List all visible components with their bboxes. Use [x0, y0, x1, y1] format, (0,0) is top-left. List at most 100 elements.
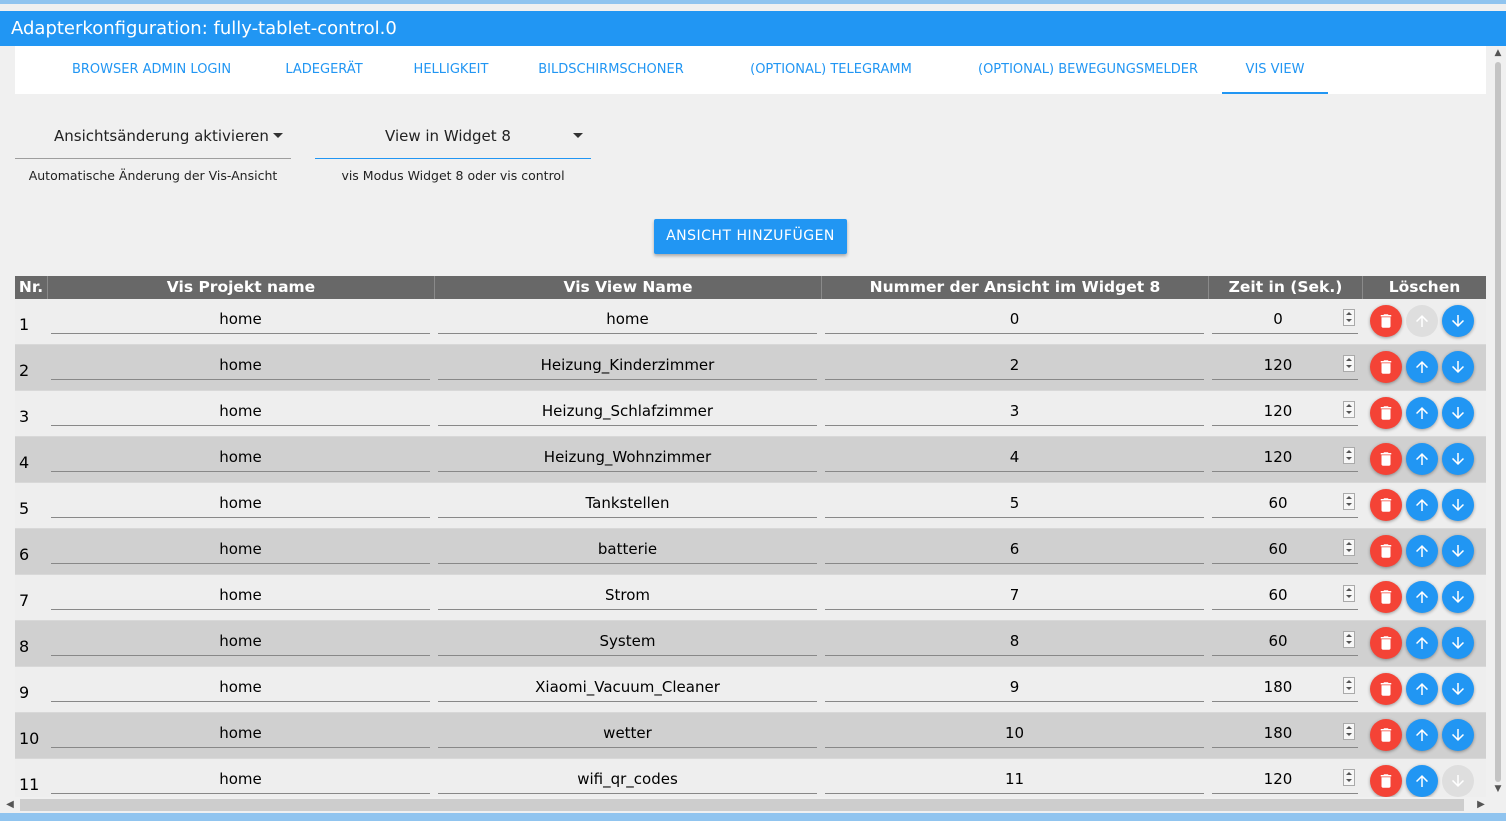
view-name-field[interactable]: home [438, 308, 817, 334]
view-name-field[interactable]: Xiaomi_Vacuum_Cleaner [438, 676, 817, 702]
move-up-button[interactable] [1406, 489, 1438, 521]
chevron-down-icon[interactable]: ▼ [1492, 784, 1504, 794]
time-stepper[interactable] [1343, 493, 1355, 510]
add-view-button[interactable]: ANSICHT HINZUFÜGEN [654, 219, 847, 254]
view-name-field[interactable]: wetter [438, 722, 817, 748]
delete-button[interactable] [1370, 397, 1402, 429]
view-number-field[interactable]: 2 [825, 354, 1204, 380]
move-down-button[interactable] [1442, 673, 1474, 705]
view-number-field[interactable]: 6 [825, 538, 1204, 564]
move-down-button[interactable] [1442, 581, 1474, 613]
time-field[interactable]: 120 [1212, 446, 1358, 472]
delete-button[interactable] [1370, 581, 1402, 613]
view-name-field[interactable]: batterie [438, 538, 817, 564]
time-stepper[interactable] [1343, 401, 1355, 418]
tab-ladegeraet[interactable]: LADEGERÄT [264, 46, 384, 94]
move-up-button[interactable] [1406, 443, 1438, 475]
view-name-field[interactable]: Tankstellen [438, 492, 817, 518]
delete-button[interactable] [1370, 443, 1402, 475]
view-name-field[interactable]: Strom [438, 584, 817, 610]
view-name-field[interactable]: System [438, 630, 817, 656]
tab-bildschirmschoner[interactable]: BILDSCHIRMSCHONER [521, 46, 701, 94]
project-name-field[interactable]: home [51, 538, 430, 564]
view-mode-select[interactable]: View in Widget 8 [315, 113, 591, 159]
project-name-field[interactable]: home [51, 768, 430, 794]
view-number-field[interactable]: 4 [825, 446, 1204, 472]
move-up-button[interactable] [1406, 397, 1438, 429]
view-number-field[interactable]: 0 [825, 308, 1204, 334]
view-name-field[interactable]: Heizung_Schlafzimmer [438, 400, 817, 426]
time-stepper[interactable] [1343, 355, 1355, 372]
time-field[interactable]: 180 [1212, 722, 1358, 748]
project-name-field[interactable]: home [51, 308, 430, 334]
project-name-field[interactable]: home [51, 400, 430, 426]
move-down-button[interactable] [1442, 397, 1474, 429]
move-down-button[interactable] [1442, 489, 1474, 521]
time-field[interactable]: 120 [1212, 354, 1358, 380]
move-up-button[interactable] [1406, 673, 1438, 705]
view-number-field[interactable]: 10 [825, 722, 1204, 748]
time-field[interactable]: 120 [1212, 400, 1358, 426]
move-up-button[interactable] [1406, 351, 1438, 383]
move-up-button[interactable] [1406, 719, 1438, 751]
time-field[interactable]: 60 [1212, 538, 1358, 564]
view-number-field[interactable]: 5 [825, 492, 1204, 518]
view-name-field[interactable]: wifi_qr_codes [438, 768, 817, 794]
view-change-select[interactable]: Ansichtsänderung aktivieren [15, 113, 291, 159]
time-field[interactable]: 60 [1212, 492, 1358, 518]
project-name-field[interactable]: home [51, 676, 430, 702]
view-number-field[interactable]: 9 [825, 676, 1204, 702]
move-down-button[interactable] [1442, 443, 1474, 475]
project-name-field[interactable]: home [51, 354, 430, 380]
move-up-button[interactable] [1406, 535, 1438, 567]
chevron-right-icon[interactable]: ▶ [1474, 799, 1488, 811]
delete-button[interactable] [1370, 489, 1402, 521]
tab-vis-view[interactable]: VIS VIEW [1222, 46, 1328, 94]
move-down-button[interactable] [1442, 305, 1474, 337]
horizontal-scrollbar[interactable]: ◀ ▶ [0, 797, 1490, 813]
move-down-button[interactable] [1442, 351, 1474, 383]
project-name-field[interactable]: home [51, 492, 430, 518]
tab-helligkeit[interactable]: HELLIGKEIT [391, 46, 511, 94]
view-number-field[interactable]: 3 [825, 400, 1204, 426]
delete-button[interactable] [1370, 351, 1402, 383]
delete-button[interactable] [1370, 535, 1402, 567]
time-stepper[interactable] [1343, 723, 1355, 740]
time-stepper[interactable] [1343, 677, 1355, 694]
view-number-field[interactable]: 8 [825, 630, 1204, 656]
move-down-button[interactable] [1442, 535, 1474, 567]
view-name-field[interactable]: Heizung_Wohnzimmer [438, 446, 817, 472]
move-up-button[interactable] [1406, 305, 1438, 337]
time-stepper[interactable] [1343, 631, 1355, 648]
project-name-field[interactable]: home [51, 446, 430, 472]
move-down-button[interactable] [1442, 765, 1474, 797]
move-down-button[interactable] [1442, 719, 1474, 751]
move-down-button[interactable] [1442, 627, 1474, 659]
move-up-button[interactable] [1406, 765, 1438, 797]
time-field[interactable]: 60 [1212, 584, 1358, 610]
delete-button[interactable] [1370, 305, 1402, 337]
delete-button[interactable] [1370, 765, 1402, 797]
move-up-button[interactable] [1406, 627, 1438, 659]
chevron-up-icon[interactable]: ▲ [1492, 48, 1504, 58]
vertical-scroll-thumb[interactable] [1495, 62, 1501, 782]
delete-button[interactable] [1370, 673, 1402, 705]
delete-button[interactable] [1370, 627, 1402, 659]
time-stepper[interactable] [1343, 585, 1355, 602]
time-field[interactable]: 180 [1212, 676, 1358, 702]
view-number-field[interactable]: 11 [825, 768, 1204, 794]
horizontal-scroll-thumb[interactable] [20, 799, 1464, 811]
tab-telegramm[interactable]: (OPTIONAL) TELEGRAMM [721, 46, 941, 94]
time-field[interactable]: 60 [1212, 630, 1358, 656]
tab-browser-admin-login[interactable]: BROWSER ADMIN LOGIN [15, 46, 288, 94]
time-stepper[interactable] [1343, 447, 1355, 464]
time-stepper[interactable] [1343, 309, 1355, 326]
time-stepper[interactable] [1343, 769, 1355, 786]
vertical-scrollbar[interactable]: ▲ ▼ [1490, 46, 1506, 797]
view-name-field[interactable]: Heizung_Kinderzimmer [438, 354, 817, 380]
delete-button[interactable] [1370, 719, 1402, 751]
move-up-button[interactable] [1406, 581, 1438, 613]
project-name-field[interactable]: home [51, 630, 430, 656]
time-stepper[interactable] [1343, 539, 1355, 556]
project-name-field[interactable]: home [51, 722, 430, 748]
